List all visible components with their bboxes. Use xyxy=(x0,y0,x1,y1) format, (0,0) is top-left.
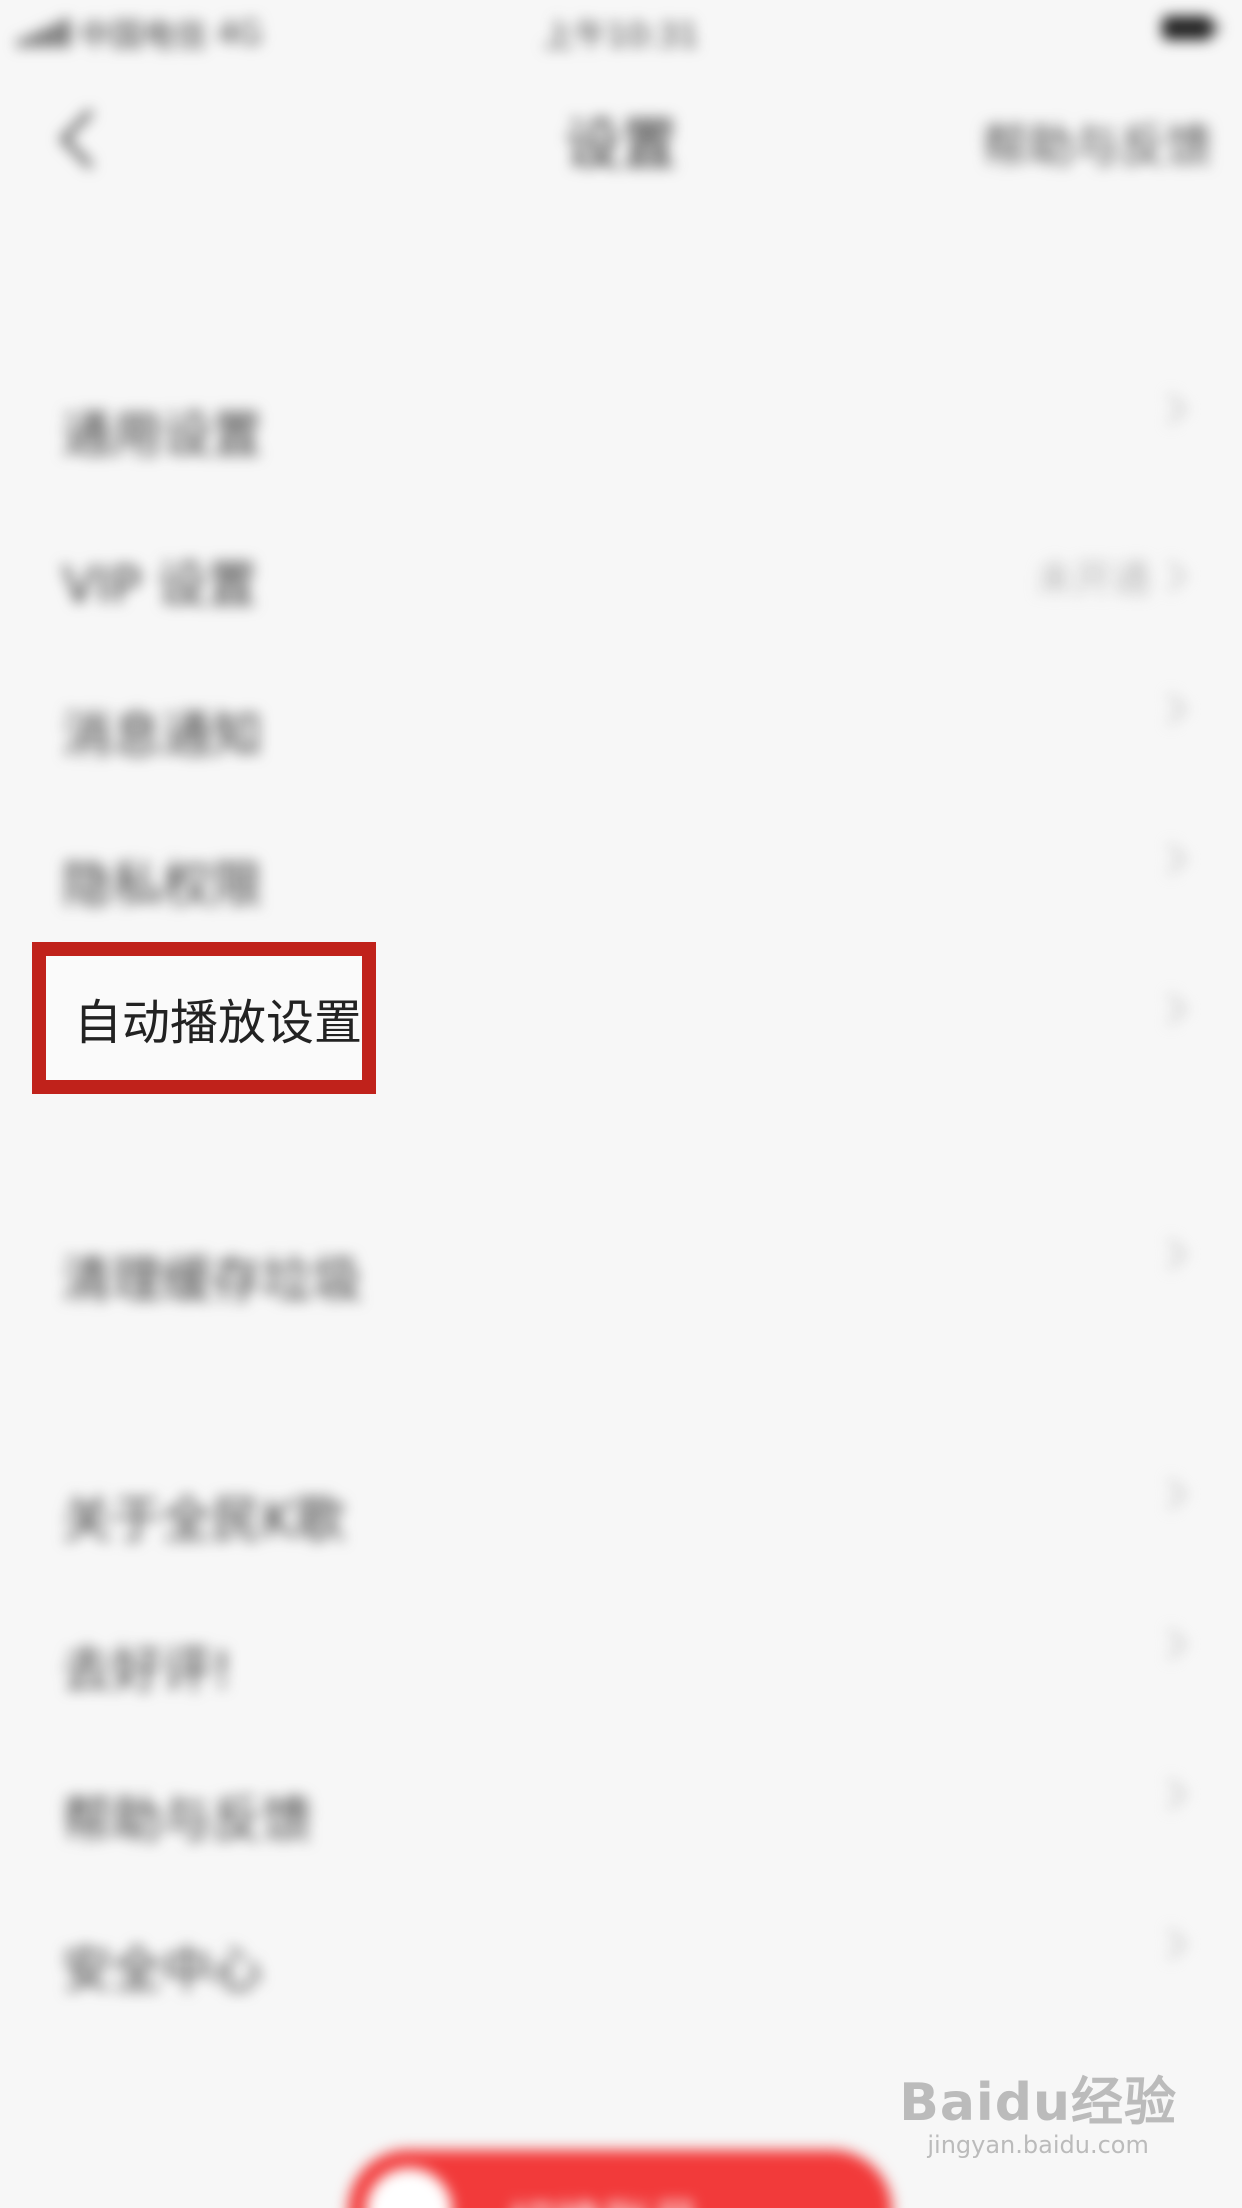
blurred-background: 中国电信 4G 上午10:31 设置 帮助与反馈 通用设置 VIP 设置 未开通… xyxy=(0,0,1242,2208)
settings-row-label: 消息通知 xyxy=(62,706,262,764)
nav-bar: 设置 帮助与反馈 xyxy=(0,60,1242,210)
highlight-annotation-box: 自动播放设置 xyxy=(32,942,376,1094)
chevron-right-icon xyxy=(1155,1778,1187,1810)
settings-row-privacy[interactable]: 隐私权限 xyxy=(0,800,1242,950)
settings-row-about[interactable]: 关于全民K歌 xyxy=(0,1435,1242,1585)
settings-row-label: 隐私权限 xyxy=(62,856,262,914)
switch-account-button[interactable]: 切换账号 xyxy=(348,2150,892,2208)
settings-row-security[interactable]: 安全中心 xyxy=(0,1885,1242,2035)
baidu-jingyan-logo: Baidu经验 xyxy=(899,2073,1177,2133)
chevron-right-icon xyxy=(1155,559,1187,592)
chevron-right-icon xyxy=(1155,1238,1187,1270)
help-feedback-link[interactable]: 帮助与反馈 xyxy=(982,110,1212,176)
settings-row-label: 清理缓存垃圾 xyxy=(62,1251,362,1309)
status-time: 上午10:31 xyxy=(542,16,700,54)
settings-row-label: 关于全民K歌 xyxy=(62,1491,345,1549)
battery-icon xyxy=(1162,16,1218,40)
chevron-right-icon xyxy=(1155,993,1187,1025)
vip-status-label: 未开通 xyxy=(1035,557,1150,601)
settings-row-help[interactable]: 帮助与反馈 xyxy=(0,1735,1242,1885)
switch-account-label: 切换账号 xyxy=(508,2184,700,2208)
settings-row-vip[interactable]: VIP 设置 未开通 xyxy=(0,500,1242,650)
settings-row-label: VIP 设置 xyxy=(62,556,257,614)
autoplay-settings-item[interactable]: 自动播放设置 xyxy=(74,956,362,1080)
settings-row-general[interactable]: 通用设置 xyxy=(0,350,1242,500)
watermark: Baidu经验 jingyan.baidu.com xyxy=(899,2060,1177,2159)
settings-screen: 中国电信 4G 上午10:31 设置 帮助与反馈 通用设置 VIP 设置 未开通… xyxy=(0,0,1242,2208)
settings-row-label: 去好评! xyxy=(62,1641,233,1699)
settings-row-label: 安全中心 xyxy=(62,1941,262,1999)
chevron-right-icon xyxy=(1155,1628,1187,1660)
status-bar: 中国电信 4G 上午10:31 xyxy=(0,0,1242,60)
settings-row-label: 帮助与反馈 xyxy=(62,1791,312,1849)
settings-row-clear-cache[interactable]: 清理缓存垃圾 xyxy=(0,1195,1242,1345)
chevron-right-icon xyxy=(1155,1928,1187,1960)
chevron-right-icon xyxy=(1155,693,1187,725)
chevron-right-icon xyxy=(1155,843,1187,875)
avatar xyxy=(366,2168,452,2208)
chevron-right-icon xyxy=(1155,1478,1187,1510)
settings-row-notifications[interactable]: 消息通知 xyxy=(0,650,1242,800)
settings-row-label: 通用设置 xyxy=(62,406,262,464)
chevron-right-icon xyxy=(1155,393,1187,425)
settings-row-rate[interactable]: 去好评! xyxy=(0,1585,1242,1735)
watermark-url: jingyan.baidu.com xyxy=(927,2131,1149,2159)
